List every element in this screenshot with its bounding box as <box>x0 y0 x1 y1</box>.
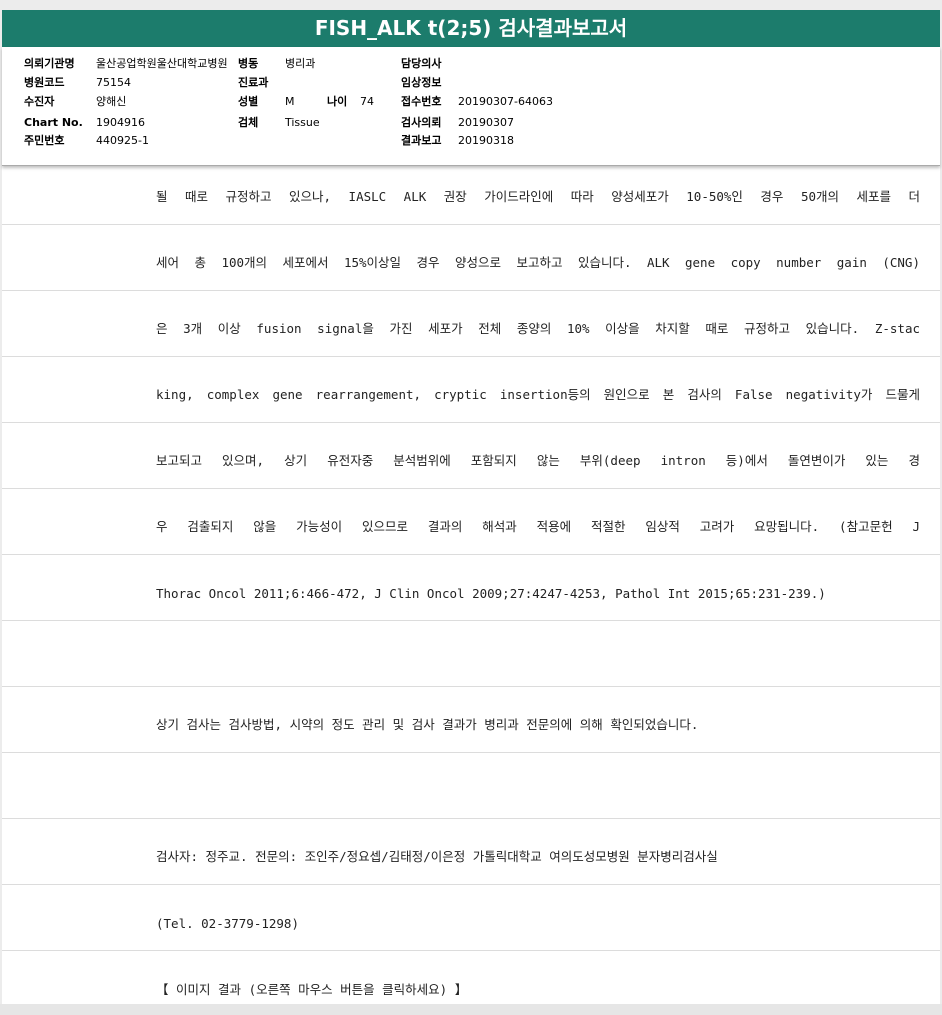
report-title: FISH_ALK t(2;5) 검사결과보고서 <box>2 10 940 47</box>
request-date-value: 20190307 <box>458 116 514 129</box>
report-line-text: 보고되고 있으며, 상기 유전자중 분석범위에 포함되지 않는 부위(deep … <box>156 453 920 468</box>
chart-no-value: 1904916 <box>96 116 145 129</box>
header-row-3: 수진자 양해신 성별 M 나이 74 접수번호 20190307-64063 <box>2 92 940 111</box>
header-row-2: 병원코드 75154 진료과 임상정보 <box>2 73 940 92</box>
image-result-link-line[interactable]: 【 이미지 결과 (오른쪽 마우스 버튼을 클릭하세요) 】 <box>2 951 940 1004</box>
resident-number-label: 주민번호 <box>24 134 65 147</box>
institution-label: 의뢰기관명 <box>24 57 75 70</box>
report-line: 상기 검사는 검사방법, 시약의 정도 관리 및 검사 결과가 병리과 전문의에… <box>2 687 940 753</box>
doctor-label: 담당의사 <box>401 57 442 70</box>
report-line: 세어 총 100개의 세포에서 15%이상일 경우 양성으로 보고하고 있습니다… <box>2 225 940 291</box>
report-line-text: 될 때로 규정하고 있으나, IASLC ALK 권장 가이드라인에 따라 양성… <box>156 189 920 204</box>
report-line-text: 세어 총 100개의 세포에서 15%이상일 경우 양성으로 보고하고 있습니다… <box>156 255 920 270</box>
report-line: 우 검출되지 않을 가능성이 있으므로 결과의 해석과 적용에 적절한 임상적 … <box>2 489 940 555</box>
chart-no-label: Chart No. <box>24 116 83 129</box>
report-line: 될 때로 규정하고 있으나, IASLC ALK 권장 가이드라인에 따라 양성… <box>2 166 940 225</box>
report-line-text: 우 검출되지 않을 가능성이 있으므로 결과의 해석과 적용에 적절한 임상적 … <box>156 519 920 534</box>
age-label: 나이 <box>327 95 348 108</box>
report-line-text: king, complex gene rearrangement, crypti… <box>156 387 920 402</box>
sex-label: 성별 <box>238 95 259 108</box>
header-row-4: Chart No. 1904916 검체 Tissue 검사의뢰 2019030… <box>2 113 940 132</box>
header-row-5: 주민번호 440925-1 결과보고 20190318 <box>2 131 940 150</box>
institution-value: 울산공업학원울산대학교병원 <box>96 57 228 70</box>
age-value: 74 <box>360 95 374 108</box>
sex-value: M <box>285 95 295 108</box>
patient-value: 양해신 <box>96 95 127 108</box>
hospital-code-label: 병원코드 <box>24 76 65 89</box>
report-line-text: 은 3개 이상 fusion signal을 가진 세포가 전체 종양의 10%… <box>156 321 920 336</box>
ward-value: 병리과 <box>285 57 316 70</box>
report-body[interactable]: 될 때로 규정하고 있으나, IASLC ALK 권장 가이드라인에 따라 양성… <box>2 166 940 1004</box>
report-line: 보고되고 있으며, 상기 유전자중 분석범위에 포함되지 않는 부위(deep … <box>2 423 940 489</box>
ward-label: 병동 <box>238 57 259 70</box>
report-line: 은 3개 이상 fusion signal을 가진 세포가 전체 종양의 10%… <box>2 291 940 357</box>
hospital-code-value: 75154 <box>96 76 131 89</box>
report-line-text: 검사자: 정주교. 전문의: 조인주/정요셉/김태정/이은정 가톨릭대학교 여의… <box>156 849 718 864</box>
report-date-value: 20190318 <box>458 134 514 147</box>
horizontal-scroll-area[interactable] <box>0 1004 942 1015</box>
patient-info-header: 의뢰기관명 울산공업학원울산대학교병원 병동 병리과 담당의사 병원코드 751… <box>2 47 940 166</box>
report-line-empty <box>2 753 940 819</box>
report-line: 검사자: 정주교. 전문의: 조인주/정요셉/김태정/이은정 가톨릭대학교 여의… <box>2 819 940 885</box>
report-line-text: 상기 검사는 검사방법, 시약의 정도 관리 및 검사 결과가 병리과 전문의에… <box>156 717 699 732</box>
receipt-number-label: 접수번호 <box>401 95 442 108</box>
report-line: (Tel. 02-3779-1298) <box>2 885 940 951</box>
report-date-label: 결과보고 <box>401 134 442 147</box>
report-line-text: Thorac Oncol 2011;6:466-472, J Clin Onco… <box>156 586 826 601</box>
patient-label: 수진자 <box>24 95 55 108</box>
report-line: Thorac Oncol 2011;6:466-472, J Clin Onco… <box>2 555 940 621</box>
image-result-link[interactable]: 【 이미지 결과 (오른쪽 마우스 버튼을 클릭하세요) 】 <box>156 979 920 998</box>
report-line: king, complex gene rearrangement, crypti… <box>2 357 940 423</box>
clinical-info-label: 임상정보 <box>401 76 442 89</box>
report-line-empty <box>2 621 940 687</box>
receipt-number-value: 20190307-64063 <box>458 95 553 108</box>
header-row-1: 의뢰기관명 울산공업학원울산대학교병원 병동 병리과 담당의사 <box>2 54 940 73</box>
resident-number-value: 440925-1 <box>96 134 149 147</box>
department-label: 진료과 <box>238 76 269 89</box>
report-line-text: (Tel. 02-3779-1298) <box>156 916 299 931</box>
request-date-label: 검사의뢰 <box>401 116 442 129</box>
specimen-value: Tissue <box>285 116 320 129</box>
specimen-label: 검체 <box>238 116 259 129</box>
